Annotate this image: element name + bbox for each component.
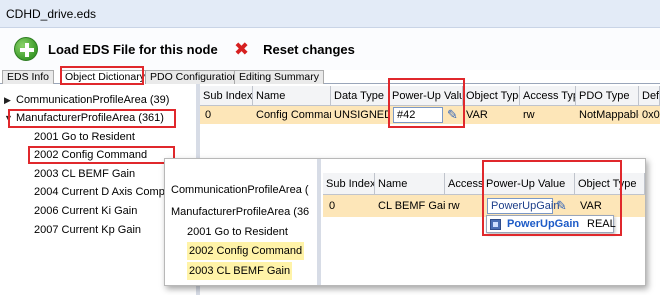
col-object-type[interactable]: Object Type xyxy=(575,173,645,195)
load-eds-button[interactable]: Load EDS File for this node xyxy=(14,36,218,62)
tree-item[interactable]: 2006 Current Ki Gain xyxy=(34,202,137,220)
window-title: CDHD_drive.eds xyxy=(6,7,97,21)
option-type: REAL xyxy=(587,218,616,230)
x-icon: ✖ xyxy=(234,39,250,59)
tree-node-communication[interactable]: ▶ CommunicationProfileArea (39) xyxy=(4,91,169,109)
triangle-icon[interactable]: ▶ xyxy=(4,91,16,109)
inset-tree-manufacturer[interactable]: ManufacturerProfileArea (36 xyxy=(171,203,309,221)
inset-tree-communication[interactable]: CommunicationProfileArea ( xyxy=(171,181,309,199)
inset-tree-item-selected[interactable]: 2003 CL BEMF Gain xyxy=(187,262,293,280)
variable-icon xyxy=(490,219,501,230)
col-name[interactable]: Name xyxy=(375,173,445,195)
tree-node-manufacturer[interactable]: ▼ ManufacturerProfileArea (361) xyxy=(4,109,164,127)
cell-object-type: VAR xyxy=(580,200,602,212)
grid-header: Sub Index Name Data Type Power-Up Value … xyxy=(200,86,660,106)
cell-sub-index: 0 xyxy=(329,200,336,212)
col-access-type[interactable]: Access Type xyxy=(520,86,576,106)
cell-sub-index: 0 xyxy=(205,109,212,121)
autocomplete-option[interactable]: PowerUpGain REAL xyxy=(487,216,616,232)
reset-changes-button[interactable]: ✖ Reset changes xyxy=(234,36,355,62)
tab-object-dictionary[interactable]: Object Dictionary xyxy=(60,70,150,84)
col-data-type[interactable]: Data Type xyxy=(331,86,389,106)
inset-tree-item-highlighted[interactable]: 2002 Config Command xyxy=(187,242,305,260)
inset-table-row[interactable]: 0 CL BEMF Gain rw PowerUpGain ✎ VAR xyxy=(323,195,645,217)
cell-pdo-type: NotMappable xyxy=(579,109,639,121)
title-bar: CDHD_drive.eds xyxy=(0,0,660,28)
col-pdo-type[interactable]: PDO Type xyxy=(576,86,639,106)
tree-item[interactable]: 2007 Current Kp Gain xyxy=(34,221,141,239)
col-default[interactable]: Def xyxy=(639,86,660,106)
reset-changes-label: Reset changes xyxy=(263,41,355,57)
col-power-up-value[interactable]: Power-Up Value xyxy=(389,86,463,106)
pencil-icon[interactable]: ✎ xyxy=(447,107,458,123)
tree-node-label: CommunicationProfileArea (39) xyxy=(16,94,170,106)
inset-splitter[interactable] xyxy=(317,159,321,285)
tree-node-label: ManufacturerProfileArea (361) xyxy=(16,112,164,124)
tab-pdo-configuration[interactable]: PDO Configuration xyxy=(145,70,244,84)
tree-item-selected[interactable]: 2002 Config Command xyxy=(34,146,147,164)
cell-default: 0x0 xyxy=(642,109,660,121)
table-row[interactable]: 0 Config Command UNSIGNED8 #42 ✎ VAR rw … xyxy=(200,106,660,124)
option-name: PowerUpGain xyxy=(507,218,580,230)
cell-name: CL BEMF Gain xyxy=(378,200,445,212)
load-eds-label: Load EDS File for this node xyxy=(48,41,218,57)
col-sub-index[interactable]: Sub Index xyxy=(200,86,253,106)
tab-eds-info[interactable]: EDS Info xyxy=(2,70,55,84)
col-name[interactable]: Name xyxy=(253,86,331,106)
cell-data-type: UNSIGNED8 xyxy=(334,109,389,121)
triangle-icon[interactable]: ▼ xyxy=(4,109,16,127)
col-object-type[interactable]: Object Type xyxy=(463,86,520,106)
cell-object-type: VAR xyxy=(466,109,488,121)
pencil-icon[interactable]: ✎ xyxy=(556,198,567,214)
tree-item[interactable]: 2003 CL BEMF Gain xyxy=(34,165,135,183)
col-sub-index[interactable]: Sub Index xyxy=(323,173,375,195)
power-up-value-input[interactable]: #42 xyxy=(393,107,443,123)
col-access[interactable]: Access xyxy=(445,173,483,195)
plus-circle-icon xyxy=(14,37,38,61)
cell-name: Config Command xyxy=(256,109,331,121)
tab-editing-summary[interactable]: Editing Summary xyxy=(234,70,324,84)
col-power-up-value[interactable]: Power-Up Value xyxy=(483,173,575,195)
cell-access-type: rw xyxy=(523,109,535,121)
tab-strip: EDS Info Object Dictionary PDO Configura… xyxy=(0,68,660,84)
inset-tree-item[interactable]: 2001 Go to Resident xyxy=(187,223,288,241)
toolbar: Load EDS File for this node ✖ Reset chan… xyxy=(0,28,660,70)
power-up-gain-input[interactable]: PowerUpGain xyxy=(487,198,559,214)
tree-item[interactable]: 2001 Go to Resident xyxy=(34,128,135,146)
cell-access: rw xyxy=(448,200,460,212)
inset-grid-header: Sub Index Name Access Power-Up Value Obj… xyxy=(323,173,645,195)
autocomplete-dropdown: PowerUpGain REAL xyxy=(486,215,616,233)
